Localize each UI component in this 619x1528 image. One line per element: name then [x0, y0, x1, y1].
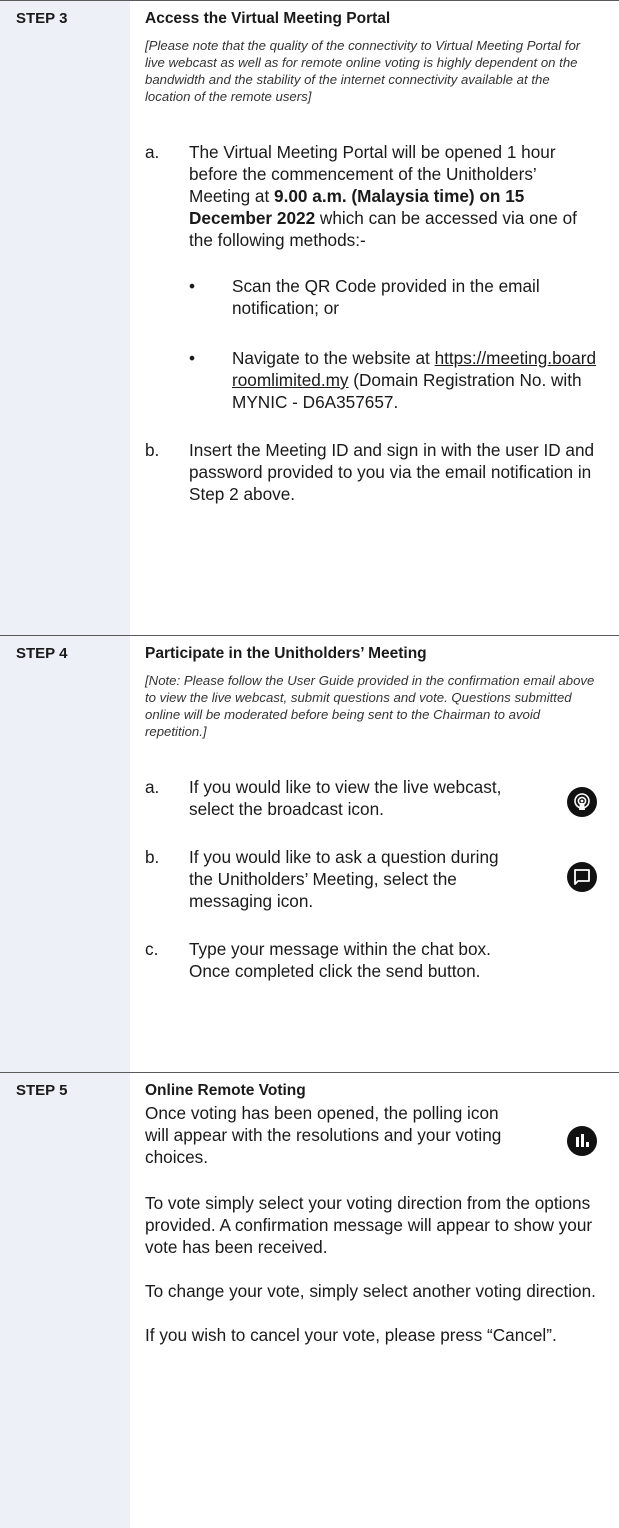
list-item-a: a. If you would like to view the live we…	[145, 776, 597, 820]
step-title: Access the Virtual Meeting Portal	[145, 10, 391, 27]
bullet-text: Navigate to the website at https://meeti…	[232, 347, 597, 413]
voting-intro: Once voting has been opened, the polling…	[145, 1102, 597, 1168]
voting-paragraph: If you wish to cancel your vote, please …	[145, 1325, 557, 1345]
list-item-b: b. If you would like to ask a question d…	[145, 846, 597, 912]
step-body: Participate in the Unitholders’ Meeting …	[130, 636, 619, 1072]
step-3-row: STEP 3 Access the Virtual Meeting Portal…	[0, 0, 619, 635]
bullet-text: Scan the QR Code provided in the email n…	[232, 276, 540, 318]
list-item-text: Type your message within the chat box. O…	[189, 939, 491, 981]
steps-table: STEP 3 Access the Virtual Meeting Portal…	[0, 0, 619, 1528]
messaging-icon	[567, 862, 597, 892]
step-body: Online Remote Voting Once voting has bee…	[130, 1073, 619, 1528]
step-title: Participate in the Unitholders’ Meeting	[145, 645, 427, 662]
list-marker: a.	[145, 142, 160, 162]
broadcast-icon	[567, 787, 597, 817]
list-item-text: If you would like to ask a question duri…	[189, 847, 499, 911]
text-part: Navigate to the website at	[232, 348, 435, 368]
list-marker: c.	[145, 939, 159, 959]
bullet-item: • Scan the QR Code provided in the email…	[189, 275, 597, 319]
list-item-text: If you would like to view the live webca…	[189, 777, 502, 819]
list-marker: b.	[145, 440, 160, 460]
list-item-text: Insert the Meeting ID and sign in with t…	[189, 440, 595, 504]
polling-icon	[567, 1126, 597, 1156]
intro-text: Once voting has been opened, the polling…	[145, 1103, 502, 1167]
step-note: [Note: Please follow the User Guide prov…	[145, 673, 595, 739]
step-note: [Please note that the quality of the con…	[145, 38, 581, 104]
list-marker: b.	[145, 847, 160, 867]
step-label: STEP 5	[0, 1073, 130, 1528]
step-4-row: STEP 4 Participate in the Unitholders’ M…	[0, 635, 619, 1072]
list-item-text: The Virtual Meeting Portal will be opene…	[189, 141, 597, 251]
step-label: STEP 4	[0, 636, 130, 1072]
list-item-c: c. Type your message within the chat box…	[145, 938, 597, 982]
step-5-row: STEP 5 Online Remote Voting Once voting …	[0, 1072, 619, 1528]
step-label: STEP 3	[0, 1, 130, 635]
list-item-b: b. Insert the Meeting ID and sign in wit…	[145, 439, 597, 505]
list-marker: a.	[145, 777, 160, 797]
step-title: Online Remote Voting	[145, 1082, 306, 1099]
voting-paragraph: To vote simply select your voting direct…	[145, 1193, 593, 1257]
bullet-symbol: •	[189, 276, 196, 296]
list-item-a: a. The Virtual Meeting Portal will be op…	[145, 141, 597, 251]
voting-paragraph: To change your vote, simply select anoth…	[145, 1281, 596, 1301]
bullet-item: • Navigate to the website at https://mee…	[189, 347, 597, 413]
step-body: Access the Virtual Meeting Portal [Pleas…	[130, 1, 619, 635]
bullet-symbol: •	[189, 348, 196, 368]
